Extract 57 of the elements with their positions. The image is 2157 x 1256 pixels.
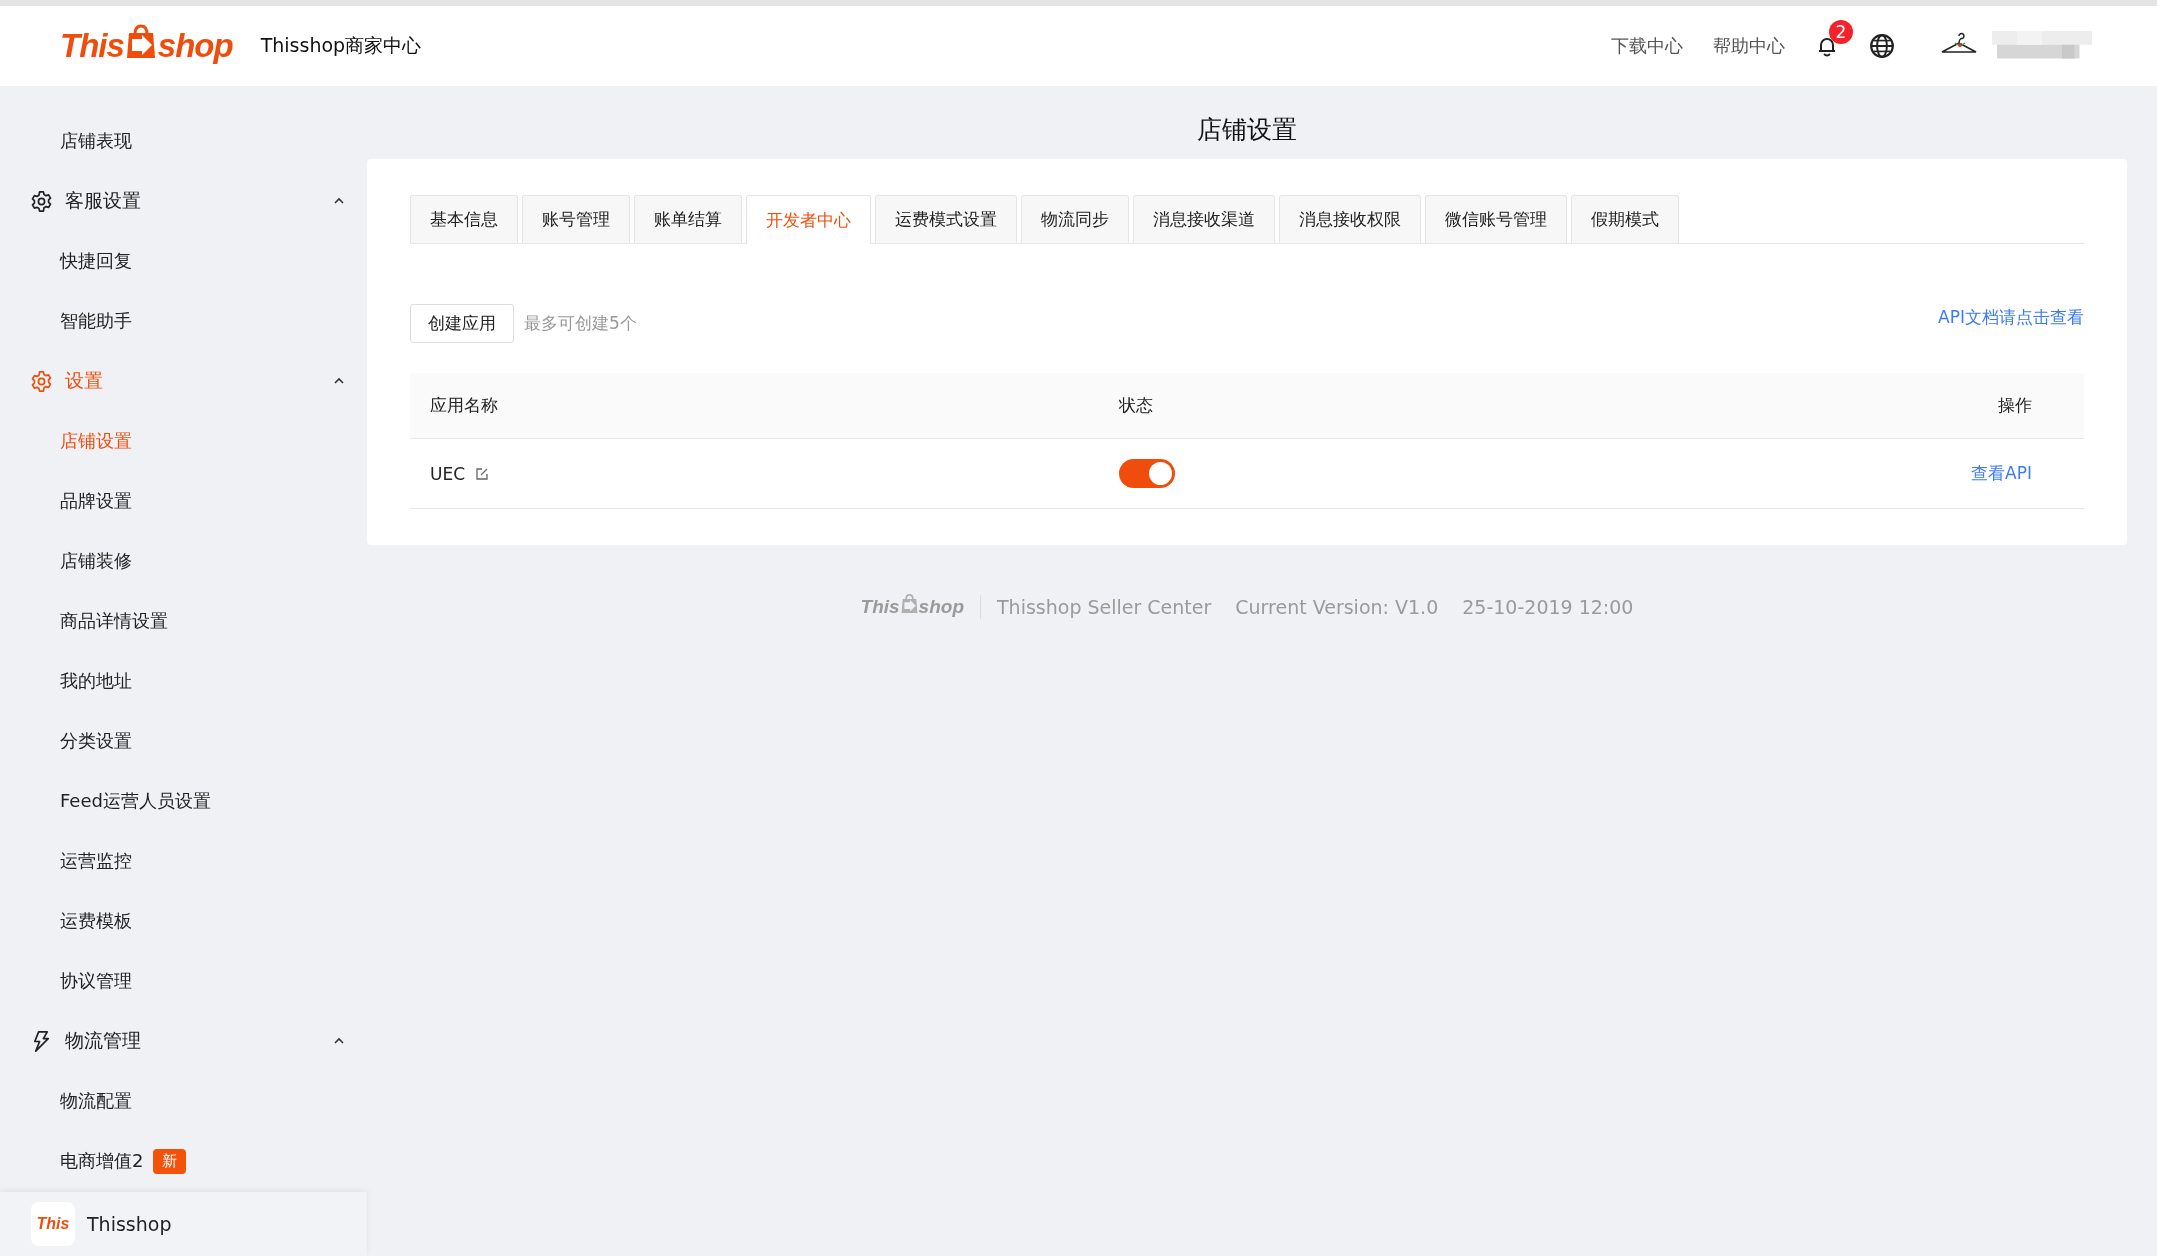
header-link[interactable]: 下载中心 [1611, 34, 1683, 58]
app-name: UEC [430, 463, 466, 484]
column-header: 操作 [1998, 394, 2033, 417]
footer-version: Current Version: V1.0 [1235, 596, 1439, 618]
status-toggle[interactable] [1119, 459, 1175, 488]
limit-hint: 最多可创建5个 [524, 312, 637, 335]
footer-product: Thisshop Seller Center [997, 596, 1212, 618]
sidebar-item[interactable]: 我的地址 [0, 651, 132, 711]
tab[interactable]: 消息接收权限 [1279, 195, 1421, 243]
gear-icon [30, 189, 53, 213]
create-app-button[interactable]: 创建应用 [410, 304, 514, 343]
sidebar-group[interactable]: 客服设置 [0, 171, 367, 231]
gear-icon [30, 369, 53, 393]
tab[interactable]: 账单结算 [634, 195, 742, 243]
header-link[interactable]: 帮助中心 [1713, 34, 1785, 58]
sidebar-item[interactable]: 快捷回复 [0, 231, 132, 291]
sidebar-item[interactable]: 协议管理 [0, 951, 132, 1011]
tab[interactable]: 基本信息 [410, 195, 518, 243]
tab[interactable]: 消息接收渠道 [1133, 195, 1275, 243]
sidebar-item[interactable]: 品牌设置 [0, 471, 132, 531]
sidebar-item[interactable]: 店铺装修 [0, 531, 132, 591]
sidebar-item[interactable]: 运营监控 [0, 831, 132, 891]
sidebar-item[interactable]: 分类设置 [0, 711, 132, 771]
sidebar-item[interactable]: 智能助手 [0, 291, 132, 351]
new-badge: 新 [153, 1148, 187, 1174]
sidebar-item[interactable]: 运费模板 [0, 891, 132, 951]
sidebar-item[interactable]: 物流配置 [0, 1071, 132, 1131]
notification-badge: 2 [1829, 20, 1853, 44]
logo[interactable]: This shop [60, 27, 233, 65]
sidebar-group[interactable]: 物流管理 [0, 1011, 367, 1071]
tab[interactable]: 运费模式设置 [875, 195, 1017, 243]
edit-icon[interactable] [475, 466, 490, 481]
tab[interactable]: 账号管理 [522, 195, 630, 243]
caret-icon [333, 377, 345, 385]
page-title: 店铺设置 [1196, 114, 1298, 146]
tab[interactable]: 假期模式 [1571, 195, 1679, 243]
shopping-bag-icon [125, 24, 156, 60]
shop-logo: This [31, 1202, 75, 1246]
footer-date: 25-10-2019 12:00 [1462, 596, 1634, 618]
sidebar-item[interactable]: 电商增值2 [0, 1131, 144, 1191]
shop-name: Thisshop [87, 1213, 172, 1235]
tab[interactable]: 开发者中心 [746, 195, 871, 244]
sidebar-item[interactable]: 店铺表现 [0, 111, 367, 171]
caret-icon [333, 197, 345, 205]
tab[interactable]: 微信账号管理 [1425, 195, 1567, 243]
column-header: 状态 [1119, 394, 1154, 417]
globe-icon[interactable] [1869, 33, 1895, 59]
site-title: Thisshop商家中心 [260, 33, 422, 58]
view-api-link[interactable]: 查看API [1971, 463, 2032, 483]
api-docs-link[interactable]: API文档请点击查看 [1938, 306, 2084, 329]
caret-icon [333, 1037, 345, 1045]
shop-switcher[interactable]: This Thisshop [0, 1192, 367, 1256]
sidebar-item[interactable]: 商品详情设置 [0, 591, 168, 651]
column-header: 应用名称 [429, 394, 499, 417]
footer-logo: This shop [860, 596, 964, 618]
sidebar-item[interactable]: Feed运营人员设置 [0, 771, 211, 831]
tab[interactable]: 物流同步 [1021, 195, 1129, 243]
